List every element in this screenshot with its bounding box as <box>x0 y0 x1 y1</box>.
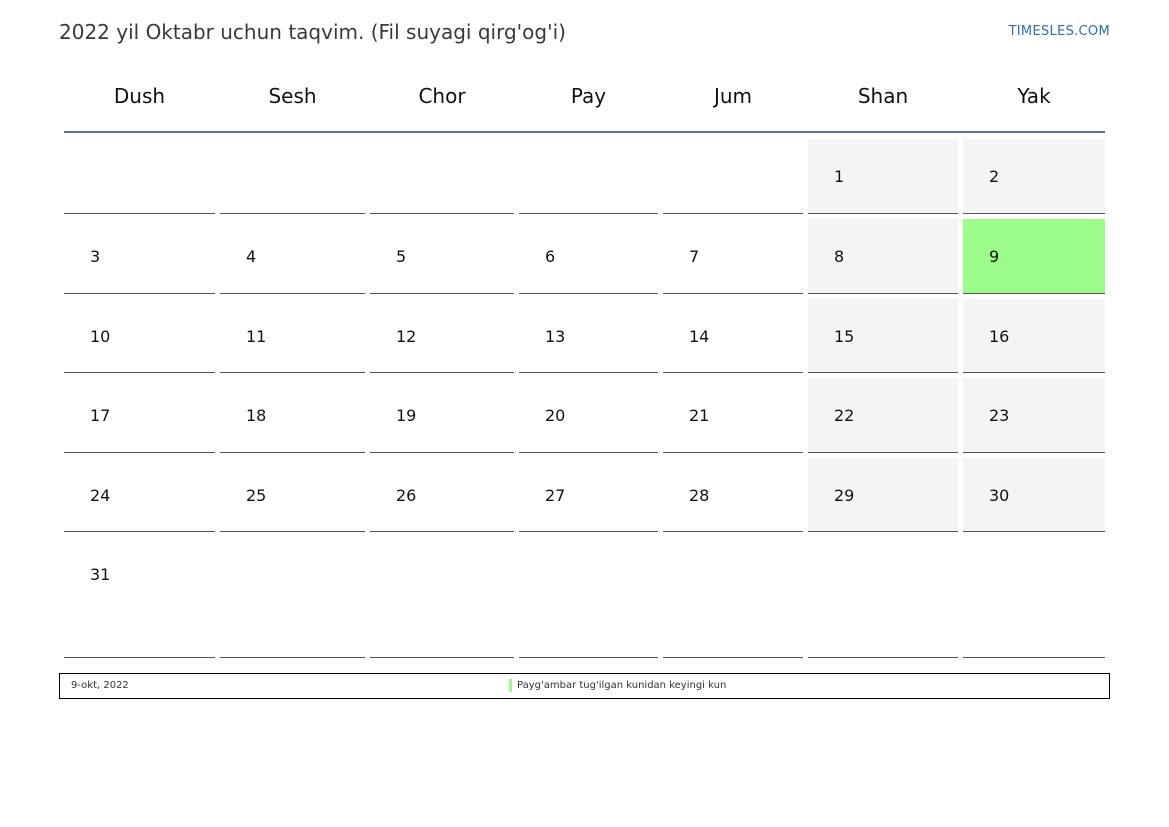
weekday-shan: Shan <box>857 84 909 108</box>
page-title: 2022 yil Oktabr uchun taqvim. (Fil suyag… <box>59 20 566 44</box>
holiday-name: Payg'ambar tug'ilgan kunidan keyingi kun <box>517 680 727 691</box>
empty-day-cell <box>370 139 514 214</box>
day-cell-11[interactable]: 11 <box>220 299 365 373</box>
weekday-header-row: Dush Sesh Chor Pay Jum Shan Yak <box>64 84 1105 132</box>
day-number: 14 <box>689 327 710 346</box>
day-cell-10[interactable]: 10 <box>64 299 215 373</box>
holiday-date: 9-okt, 2022 <box>71 680 129 691</box>
day-cell-4[interactable]: 4 <box>220 219 365 294</box>
day-number: 11 <box>246 327 267 346</box>
day-cell-27[interactable]: 27 <box>519 458 658 532</box>
day-number: 3 <box>90 247 101 266</box>
day-cell-14[interactable]: 14 <box>663 299 803 373</box>
empty-day-cell <box>519 139 658 214</box>
day-cell-18[interactable]: 18 <box>220 378 365 453</box>
day-cell-26[interactable]: 26 <box>370 458 514 532</box>
day-number: 12 <box>396 327 417 346</box>
day-number: 9 <box>989 247 1000 266</box>
empty-day-cell <box>808 537 958 658</box>
header-divider <box>64 131 1105 133</box>
day-cell-15[interactable]: 15 <box>808 299 958 373</box>
weekday-sesh: Sesh <box>268 84 317 108</box>
day-cell-17[interactable]: 17 <box>64 378 215 453</box>
weekday-chor: Chor <box>418 84 466 108</box>
day-number: 20 <box>545 406 566 425</box>
day-number: 28 <box>689 486 710 505</box>
day-number: 13 <box>545 327 566 346</box>
day-cell-31[interactable]: 31 <box>64 537 215 658</box>
day-cell-12[interactable]: 12 <box>370 299 514 373</box>
day-number: 24 <box>90 486 111 505</box>
day-number: 23 <box>989 406 1010 425</box>
day-number: 6 <box>545 247 556 266</box>
day-number: 31 <box>90 565 111 584</box>
weekday-yak: Yak <box>1017 84 1051 108</box>
day-cell-16[interactable]: 16 <box>963 299 1105 373</box>
day-number: 7 <box>689 247 700 266</box>
day-cell-8[interactable]: 8 <box>808 219 958 294</box>
empty-day-cell <box>963 537 1105 658</box>
day-number: 4 <box>246 247 257 266</box>
day-number: 5 <box>396 247 407 266</box>
day-number: 10 <box>90 327 111 346</box>
day-number: 18 <box>246 406 267 425</box>
empty-day-cell <box>663 537 803 658</box>
day-number: 27 <box>545 486 566 505</box>
day-cell-21[interactable]: 21 <box>663 378 803 453</box>
day-number: 19 <box>396 406 417 425</box>
day-cell-3[interactable]: 3 <box>64 219 215 294</box>
day-cell-25[interactable]: 25 <box>220 458 365 532</box>
day-cell-1[interactable]: 1 <box>808 139 958 214</box>
day-cell-9[interactable]: 9 <box>963 219 1105 294</box>
day-cell-23[interactable]: 23 <box>963 378 1105 453</box>
day-number: 1 <box>834 167 845 186</box>
day-number: 22 <box>834 406 855 425</box>
day-number: 21 <box>689 406 710 425</box>
day-number: 25 <box>246 486 267 505</box>
day-number: 30 <box>989 486 1010 505</box>
day-number: 8 <box>834 247 845 266</box>
day-cell-2[interactable]: 2 <box>963 139 1105 214</box>
empty-day-cell <box>663 139 803 214</box>
weekday-dush: Dush <box>113 84 166 108</box>
day-cell-24[interactable]: 24 <box>64 458 215 532</box>
day-cell-29[interactable]: 29 <box>808 458 958 532</box>
empty-day-cell <box>220 139 365 214</box>
day-cell-19[interactable]: 19 <box>370 378 514 453</box>
empty-day-cell <box>220 537 365 658</box>
day-number: 17 <box>90 406 111 425</box>
day-cell-22[interactable]: 22 <box>808 378 958 453</box>
day-number: 26 <box>396 486 417 505</box>
day-number: 29 <box>834 486 855 505</box>
day-cell-28[interactable]: 28 <box>663 458 803 532</box>
empty-day-cell <box>519 537 658 658</box>
day-number: 15 <box>834 327 855 346</box>
day-cell-5[interactable]: 5 <box>370 219 514 294</box>
day-cell-13[interactable]: 13 <box>519 299 658 373</box>
day-cell-30[interactable]: 30 <box>963 458 1105 532</box>
day-cell-7[interactable]: 7 <box>663 219 803 294</box>
day-number: 16 <box>989 327 1010 346</box>
weekday-jum: Jum <box>713 84 753 108</box>
site-link[interactable]: TIMESLES.COM <box>1009 24 1110 39</box>
day-cell-20[interactable]: 20 <box>519 378 658 453</box>
empty-day-cell <box>64 139 215 214</box>
empty-day-cell <box>370 537 514 658</box>
weekday-pay: Pay <box>570 84 607 108</box>
day-number: 2 <box>989 167 1000 186</box>
holiday-legend: 9-okt, 2022 Payg'ambar tug'ilgan kunidan… <box>59 673 1110 699</box>
day-cell-6[interactable]: 6 <box>519 219 658 294</box>
